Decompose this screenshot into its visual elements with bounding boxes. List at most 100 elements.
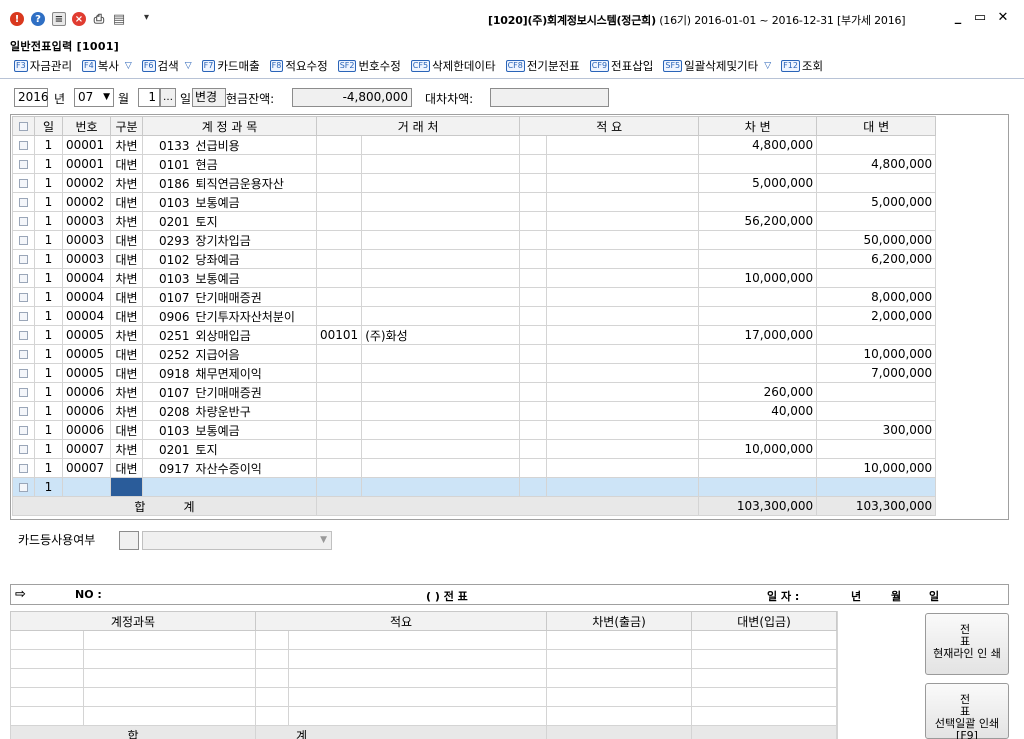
row-memo-code[interactable]	[519, 154, 548, 174]
row-vendor-name[interactable]: (주)화성	[361, 325, 521, 345]
journal-row[interactable]: 1 00006 대변 0103 보통예금 300,000	[12, 420, 937, 440]
row-vendor-code[interactable]	[315, 268, 363, 288]
quick-access-dropdown-icon[interactable]: ▾	[144, 12, 149, 23]
journal-row[interactable]: 1 00004 대변 0906 단기투자자산처분이 2,000,000	[12, 306, 937, 326]
journal-row[interactable]: 1 00005 대변 0252 지급어음 10,000,000	[12, 344, 937, 364]
row-memo[interactable]	[546, 477, 700, 497]
row-day[interactable]: 1	[34, 458, 63, 478]
row-vendor-code[interactable]	[315, 439, 363, 459]
row-type[interactable]: 차변	[110, 382, 143, 402]
row-number[interactable]: 00003	[62, 211, 111, 231]
journal-row[interactable]: 1 00002 대변 0103 보통예금 5,000,000	[12, 192, 937, 212]
row-account[interactable]: 0101 현금	[142, 154, 317, 174]
row-day[interactable]: 1	[34, 306, 63, 326]
row-number[interactable]	[62, 477, 111, 497]
row-day[interactable]: 1	[34, 287, 63, 307]
row-vendor-name[interactable]	[361, 173, 521, 193]
row-debit[interactable]: 4,800,000	[698, 135, 818, 155]
row-number[interactable]: 00005	[62, 325, 111, 345]
chevron-down-icon[interactable]: ▽	[764, 61, 771, 71]
row-vendor-code[interactable]	[315, 154, 363, 174]
row-vendor-code[interactable]	[315, 458, 363, 478]
row-vendor-name[interactable]	[361, 344, 521, 364]
row-debit[interactable]	[698, 477, 818, 497]
row-memo[interactable]	[546, 325, 700, 345]
row-checkbox[interactable]	[12, 420, 35, 440]
row-vendor-name[interactable]	[361, 135, 521, 155]
row-account[interactable]: 0186 퇴직연금운용자산	[142, 173, 317, 193]
row-account[interactable]: 0906 단기투자자산처분이	[142, 306, 317, 326]
row-memo[interactable]	[546, 211, 700, 231]
chevron-down-icon[interactable]: ▽	[125, 61, 132, 71]
row-debit[interactable]	[698, 458, 818, 478]
row-type[interactable]: 대변	[110, 344, 143, 364]
info-icon[interactable]: !	[10, 12, 24, 26]
row-vendor-code[interactable]	[315, 287, 363, 307]
row-memo[interactable]	[546, 344, 700, 364]
close-icon[interactable]: ✕	[995, 10, 1011, 25]
row-account[interactable]: 0251 외상매입금	[142, 325, 317, 345]
row-type[interactable]: 대변	[110, 420, 143, 440]
row-account[interactable]: 0107 단기매매증권	[142, 287, 317, 307]
fkey-button-f4[interactable]: F4 복사 ▽	[82, 58, 132, 74]
search-doc-icon[interactable]: ▤	[112, 12, 126, 27]
row-number[interactable]: 00001	[62, 135, 111, 155]
row-credit[interactable]: 6,200,000	[816, 249, 937, 269]
row-vendor-code[interactable]	[315, 230, 363, 250]
fkey-button-cf8[interactable]: CF8 전기분전표	[505, 58, 580, 74]
row-memo-code[interactable]	[519, 344, 548, 364]
row-vendor-name[interactable]	[361, 287, 521, 307]
row-checkbox[interactable]	[12, 306, 35, 326]
row-type[interactable]: 대변	[110, 154, 143, 174]
row-credit[interactable]: 300,000	[816, 420, 937, 440]
row-checkbox[interactable]	[12, 154, 35, 174]
row-type[interactable]: 대변	[110, 287, 143, 307]
fkey-button-sf2[interactable]: SF2 번호수정	[337, 58, 401, 74]
fkey-button-f7[interactable]: F7 카드매출	[201, 58, 260, 74]
row-day[interactable]: 1	[34, 382, 63, 402]
row-type[interactable]: 대변	[110, 363, 143, 383]
row-number[interactable]: 00004	[62, 287, 111, 307]
row-memo-code[interactable]	[519, 135, 548, 155]
memo-icon[interactable]: ≡	[52, 12, 66, 26]
row-vendor-code[interactable]	[315, 382, 363, 402]
row-debit[interactable]	[698, 230, 818, 250]
fkey-button-sf5[interactable]: SF5 일괄삭제및기타 ▽	[663, 58, 771, 74]
row-account[interactable]: 0107 단기매매증권	[142, 382, 317, 402]
row-credit[interactable]: 50,000,000	[816, 230, 937, 250]
row-memo-code[interactable]	[519, 363, 548, 383]
row-memo[interactable]	[546, 382, 700, 402]
row-memo-code[interactable]	[519, 192, 548, 212]
row-type[interactable]: 차변	[110, 325, 143, 345]
row-checkbox[interactable]	[12, 477, 35, 497]
card-usage-code[interactable]	[119, 531, 139, 550]
row-account[interactable]: 0103 보통예금	[142, 268, 317, 288]
row-checkbox[interactable]	[12, 344, 35, 364]
journal-row[interactable]: 1 00004 차변 0103 보통예금 10,000,000	[12, 268, 937, 288]
row-vendor-name[interactable]	[361, 230, 521, 250]
row-memo[interactable]	[546, 154, 700, 174]
row-day[interactable]: 1	[34, 420, 63, 440]
row-number[interactable]: 00005	[62, 363, 111, 383]
row-number[interactable]: 00004	[62, 268, 111, 288]
row-debit[interactable]: 260,000	[698, 382, 818, 402]
day-input[interactable]: 1	[138, 88, 160, 107]
row-credit[interactable]: 2,000,000	[816, 306, 937, 326]
row-memo-code[interactable]	[519, 211, 548, 231]
row-type-active-cell[interactable]	[110, 477, 143, 497]
row-credit[interactable]	[816, 382, 937, 402]
row-type[interactable]: 차변	[110, 211, 143, 231]
row-number[interactable]: 00006	[62, 382, 111, 402]
change-button[interactable]: 변경	[192, 88, 226, 107]
row-credit[interactable]: 4,800,000	[816, 154, 937, 174]
row-memo-code[interactable]	[519, 458, 548, 478]
row-number[interactable]: 00003	[62, 249, 111, 269]
maximize-icon[interactable]: ▭	[972, 10, 988, 25]
row-memo-code[interactable]	[519, 325, 548, 345]
row-memo-code[interactable]	[519, 477, 548, 497]
row-debit[interactable]	[698, 249, 818, 269]
print-icon[interactable]: ⎙	[92, 12, 106, 27]
journal-row[interactable]: 1 00005 대변 0918 채무면제이익 7,000,000	[12, 363, 937, 383]
row-debit[interactable]	[698, 154, 818, 174]
row-memo[interactable]	[546, 173, 700, 193]
